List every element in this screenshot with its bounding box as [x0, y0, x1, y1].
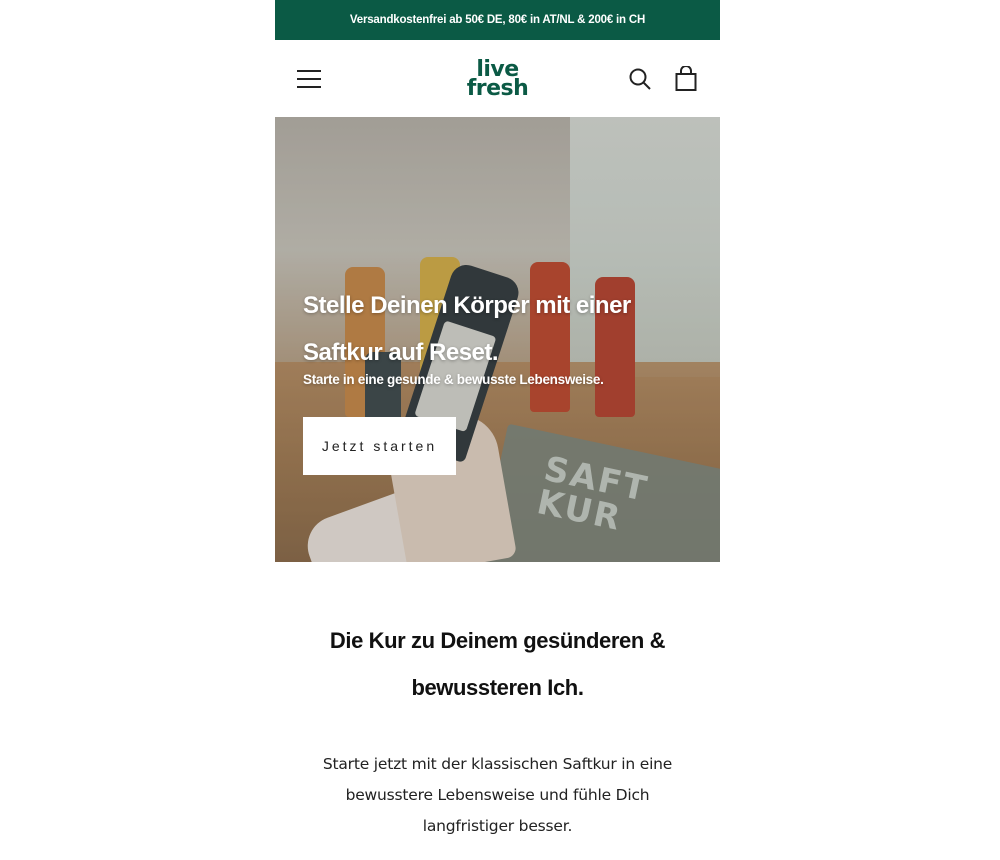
hero-title: Stelle Deinen Körper mit einer Saftkur a…	[303, 292, 631, 366]
promo-bar: Versandkostenfrei ab 50€ DE, 80€ in AT/N…	[275, 0, 720, 40]
logo-line2: fresh	[466, 75, 529, 101]
intro-text: Starte jetzt mit der klassischen Saftkur…	[322, 755, 673, 835]
jetzt-starten-button[interactable]: Jetzt starten	[303, 417, 456, 475]
promo-bar-text: Versandkostenfrei ab 50€ DE, 80€ in AT/N…	[349, 14, 646, 26]
intro-section: Die Kur zu Deinem gesünderen & bewusster…	[275, 562, 720, 842]
intro-title: Die Kur zu Deinem gesünderen & bewusster…	[329, 628, 666, 700]
hamburger-menu-icon[interactable]	[295, 65, 323, 93]
search-icon[interactable]	[626, 65, 654, 93]
site-header: live fresh	[275, 40, 720, 117]
hero-banner: SAFT KUR Stelle Deinen Körper mit einer S…	[275, 117, 720, 562]
mobile-page: Versandkostenfrei ab 50€ DE, 80€ in AT/N…	[275, 0, 720, 860]
shopping-bag-icon[interactable]	[672, 65, 700, 93]
hero-content: Stelle Deinen Körper mit einer Saftkur a…	[303, 282, 692, 475]
logo[interactable]: live fresh	[466, 58, 529, 101]
hero-subtitle: Starte in eine gesunde & bewusste Lebens…	[303, 372, 604, 387]
